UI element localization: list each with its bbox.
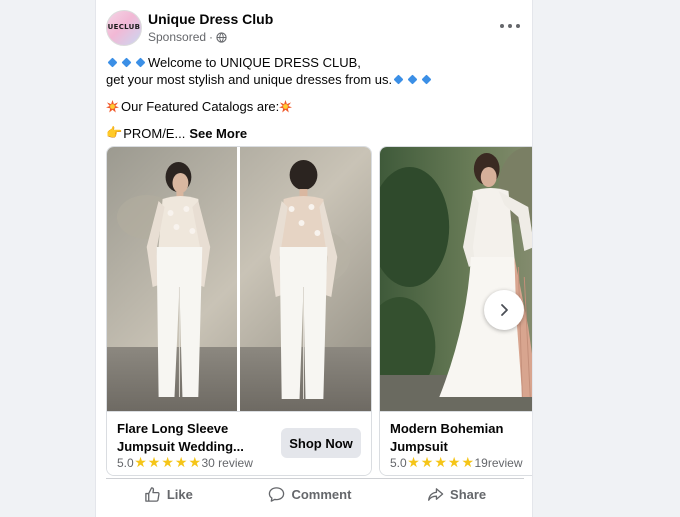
post-header: UECLUB Unique Dress Club Sponsored · — [106, 10, 524, 50]
blue-diamond-icon — [135, 57, 146, 68]
star-icon: ★ — [188, 455, 201, 471]
blue-diamond-icon — [407, 74, 418, 85]
star-icon: ★ — [461, 455, 474, 471]
collision-icon — [106, 100, 119, 113]
more-horizontal-icon[interactable] — [500, 20, 520, 32]
body-text-line2: get your most stylish and unique dresses… — [106, 72, 393, 87]
sponsored-label: Sponsored · — [148, 30, 227, 44]
card-title-line1: Flare Long Sleeve — [117, 421, 229, 436]
card-info[interactable]: Flare Long Sleeve Jumpsuit Wedding... 5.… — [107, 411, 371, 475]
body-line-welcome: Welcome to UNIQUE DRESS CLUB, — [106, 54, 526, 71]
comment-button[interactable]: Comment — [258, 482, 361, 507]
sponsored-text[interactable]: Sponsored — [148, 30, 206, 44]
avatar-logo-text: UECLUB — [107, 23, 141, 31]
star-icon: ★ — [407, 455, 420, 471]
page-avatar[interactable]: UECLUB — [106, 10, 142, 46]
card-title[interactable]: Modern Bohemian Jumpsuit — [390, 420, 503, 456]
product-image[interactable] — [380, 147, 533, 411]
share-button[interactable]: Share — [417, 482, 496, 507]
blue-diamond-icon — [393, 74, 404, 85]
card-title-line1: Modern Bohemian — [390, 421, 504, 436]
blue-diamond-icon — [107, 57, 118, 68]
star-icon: ★ — [174, 455, 188, 471]
product-image[interactable] — [107, 147, 371, 411]
share-label: Share — [450, 487, 487, 502]
sponsored-post: UECLUB Unique Dress Club Sponsored · Wel… — [95, 0, 533, 517]
star-icon: ★ — [447, 455, 461, 471]
blue-diamond-icon — [121, 57, 132, 68]
comment-icon — [269, 487, 285, 502]
see-more-link[interactable]: See More — [189, 125, 247, 142]
star-icon: ★ — [147, 455, 161, 471]
card-rating: 5.0 ★ ★ ★ ★ ★ 19review — [390, 456, 523, 470]
review-count: 30 review — [201, 456, 253, 470]
star-icon: ★ — [161, 455, 174, 471]
body-line-catalogs: Our Featured Catalogs are: — [106, 98, 526, 115]
chevron-right-icon — [501, 304, 508, 316]
product-carousel: Flare Long Sleeve Jumpsuit Wedding... 5.… — [106, 146, 533, 476]
screen-background: UECLUB Unique Dress Club Sponsored · Wel… — [0, 0, 680, 517]
body-line-prom: 👉 PROM/E... See More — [106, 125, 526, 142]
star-icon: ★ — [420, 455, 434, 471]
shop-now-button[interactable]: Shop Now — [281, 428, 361, 458]
carousel-card[interactable]: Flare Long Sleeve Jumpsuit Wedding... 5.… — [106, 146, 372, 476]
blue-diamond-icon — [421, 74, 432, 85]
star-icon: ★ — [434, 455, 447, 471]
card-title[interactable]: Flare Long Sleeve Jumpsuit Wedding... — [117, 420, 244, 456]
star-icon: ★ — [134, 455, 147, 471]
like-label: Like — [166, 487, 193, 502]
card-info[interactable]: Modern Bohemian Jumpsuit 5.0 ★ ★ ★ ★ ★ 1… — [380, 411, 532, 475]
like-button[interactable]: Like — [134, 482, 203, 507]
card-rating: 5.0 ★ ★ ★ ★ ★ 30 review — [117, 456, 253, 470]
separator-dot: · — [209, 30, 214, 44]
post-body: Welcome to UNIQUE DRESS CLUB, get your m… — [106, 54, 526, 142]
body-text-line3: Our Featured Catalogs are: — [121, 99, 280, 114]
pointing-hand-icon: 👉 — [106, 126, 123, 141]
rating-value: 5.0 — [390, 456, 407, 470]
thumbs-up-icon — [145, 487, 160, 502]
body-line-stylish: get your most stylish and unique dresses… — [106, 71, 526, 88]
post-action-bar: Like Comment Share — [106, 478, 524, 510]
body-text-line4: PROM/E... — [123, 126, 186, 141]
page-name-link[interactable]: Unique Dress Club — [148, 11, 273, 27]
rating-value: 5.0 — [117, 456, 134, 470]
share-icon — [428, 488, 444, 501]
card-title-line2: Jumpsuit — [390, 439, 448, 454]
card-title-line2: Jumpsuit Wedding... — [117, 439, 244, 454]
review-count: 19review — [474, 456, 523, 470]
globe-icon — [216, 31, 227, 43]
body-text-line1: Welcome to UNIQUE DRESS CLUB, — [148, 55, 361, 70]
carousel-next-button[interactable] — [484, 290, 524, 330]
collision-icon — [279, 100, 293, 113]
comment-label: Comment — [291, 487, 352, 502]
